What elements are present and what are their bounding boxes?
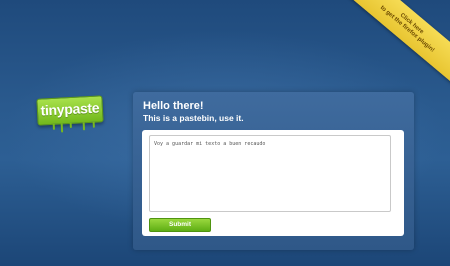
logo-drip (60, 123, 64, 133)
logo-drip (69, 122, 72, 129)
submit-button[interactable]: Submit (149, 218, 211, 232)
logo-drip (82, 122, 86, 131)
firefox-plugin-ribbon[interactable]: Click here to get the firefox plugin! (341, 0, 450, 87)
paste-textarea[interactable]: Voy a guardar mi texto a buen recaudo (149, 135, 391, 212)
paste-panel: Hello there! This is a pastebin, use it.… (133, 92, 414, 250)
logo-drip (92, 121, 95, 128)
paste-form-card: Voy a guardar mi texto a buen recaudo Su… (142, 130, 404, 236)
panel-subheading: This is a pastebin, use it. (143, 113, 244, 123)
ribbon-line-2: to get the firefox plugin! (378, 4, 436, 54)
logo-text: tinypaste (40, 99, 100, 119)
panel-heading: Hello there! (143, 100, 204, 112)
logo-drip (52, 123, 55, 130)
tinypaste-logo[interactable]: tinypaste (36, 95, 104, 133)
